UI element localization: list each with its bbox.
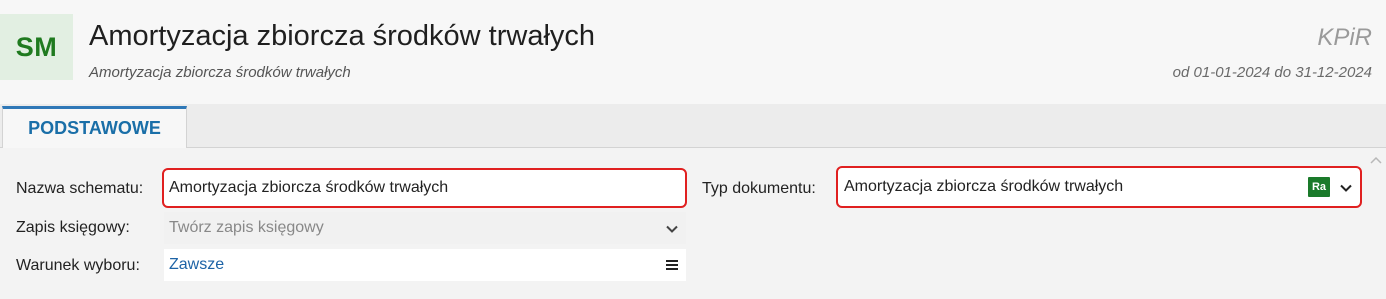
module-badge: SM [0,14,73,80]
doc-type-select[interactable]: Amortyzacja zbiorcza środków trwałych Ra [836,166,1362,208]
page-header: SM Amortyzacja zbiorcza środków trwałych… [0,0,1386,104]
entry-select[interactable]: Twórz zapis księgowy [164,212,686,244]
page-title: Amortyzacja zbiorcza środków trwałych [89,20,596,52]
tab-bar: PODSTAWOWE [0,104,1386,148]
page-subtitle: Amortyzacja zbiorcza środków trwałych [89,64,351,81]
chevron-down-icon[interactable] [666,220,678,236]
entry-label: Zapis księgowy: [16,219,130,236]
doc-type-badge: Ra [1308,177,1330,197]
tab-podstawowe[interactable]: PODSTAWOWE [2,106,187,148]
menu-icon[interactable] [666,260,678,270]
condition-value-link[interactable]: Zawsze [164,256,224,274]
chevron-up-icon[interactable] [1369,154,1383,166]
doc-type-label: Typ dokumentu: [702,180,816,197]
entry-value: Twórz zapis księgowy [169,219,324,236]
schema-name-input[interactable]: Amortyzacja zbiorcza środków trwałych [162,168,687,208]
chevron-down-icon[interactable] [1340,179,1352,195]
ledger-type: KPiR [1317,24,1372,51]
doc-type-value: Amortyzacja zbiorcza środków trwałych [844,178,1124,195]
schema-name-label: Nazwa schematu: [16,180,144,197]
condition-label: Warunek wyboru: [16,257,140,274]
condition-field[interactable]: Zawsze [164,249,686,281]
schema-name-value: Amortyzacja zbiorcza środków trwałych [169,179,449,196]
period-range: od 01-01-2024 do 31-12-2024 [1172,64,1372,81]
